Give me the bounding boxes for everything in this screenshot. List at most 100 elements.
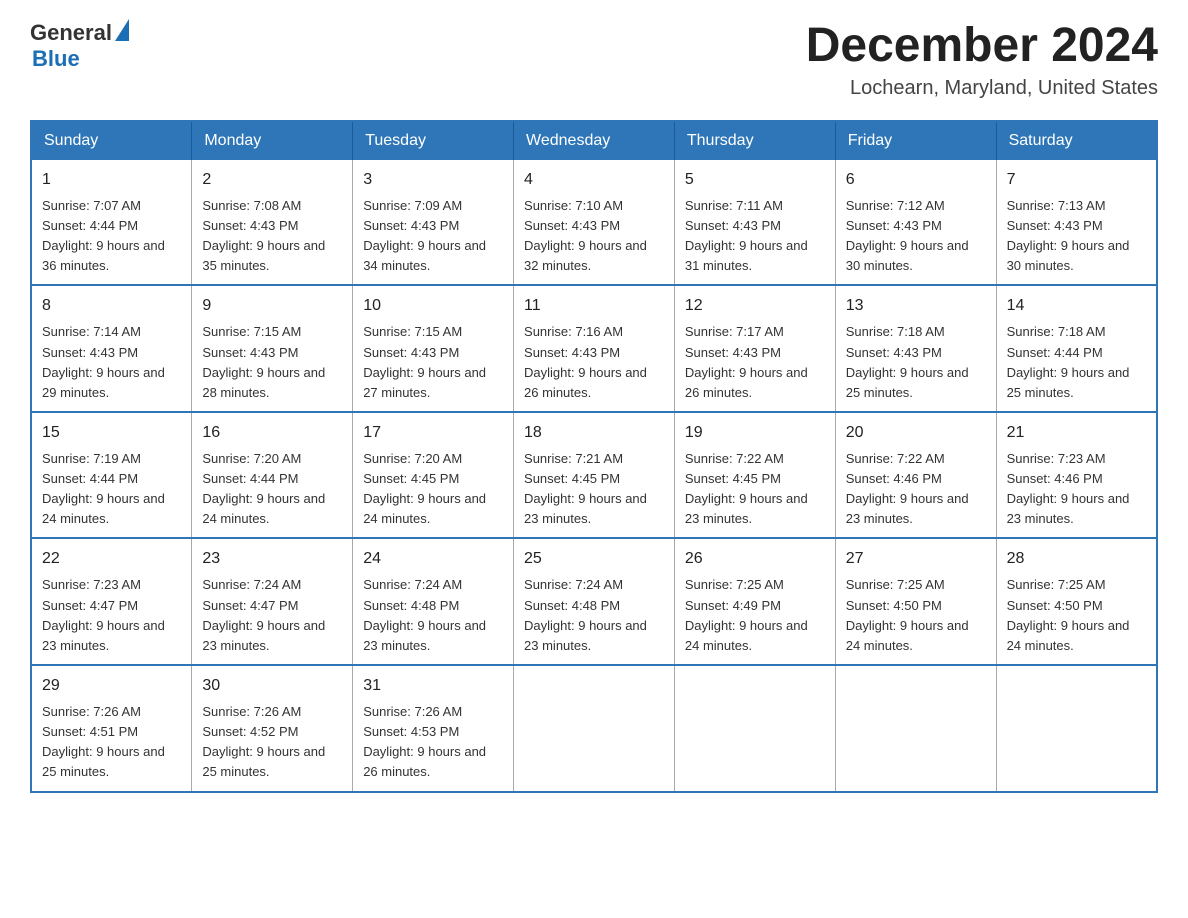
header-monday: Monday <box>192 121 353 160</box>
calendar-cell <box>514 665 675 792</box>
sunset-text: Sunset: 4:47 PM <box>42 598 138 613</box>
day-info: Sunrise: 7:20 AM Sunset: 4:44 PM Dayligh… <box>202 449 342 530</box>
sunset-text: Sunset: 4:43 PM <box>363 218 459 233</box>
day-number: 3 <box>363 168 503 192</box>
day-number: 18 <box>524 421 664 445</box>
daylight-text: Daylight: 9 hours and 30 minutes. <box>1007 238 1130 273</box>
day-info: Sunrise: 7:12 AM Sunset: 4:43 PM Dayligh… <box>846 196 986 277</box>
day-number: 8 <box>42 294 181 318</box>
sunset-text: Sunset: 4:48 PM <box>524 598 620 613</box>
location-subtitle: Lochearn, Maryland, United States <box>806 77 1158 100</box>
day-number: 25 <box>524 547 664 571</box>
calendar-cell: 22 Sunrise: 7:23 AM Sunset: 4:47 PM Dayl… <box>31 538 192 665</box>
daylight-text: Daylight: 9 hours and 23 minutes. <box>363 618 486 653</box>
calendar-cell: 9 Sunrise: 7:15 AM Sunset: 4:43 PM Dayli… <box>192 285 353 412</box>
day-number: 19 <box>685 421 825 445</box>
calendar-cell: 8 Sunrise: 7:14 AM Sunset: 4:43 PM Dayli… <box>31 285 192 412</box>
calendar-cell: 3 Sunrise: 7:09 AM Sunset: 4:43 PM Dayli… <box>353 160 514 286</box>
sunrise-text: Sunrise: 7:13 AM <box>1007 198 1106 213</box>
day-info: Sunrise: 7:24 AM Sunset: 4:48 PM Dayligh… <box>524 575 664 656</box>
sunset-text: Sunset: 4:46 PM <box>1007 471 1103 486</box>
day-info: Sunrise: 7:25 AM Sunset: 4:50 PM Dayligh… <box>846 575 986 656</box>
daylight-text: Daylight: 9 hours and 26 minutes. <box>524 365 647 400</box>
month-title: December 2024 <box>806 20 1158 73</box>
day-info: Sunrise: 7:18 AM Sunset: 4:44 PM Dayligh… <box>1007 322 1146 403</box>
logo-line2: Blue <box>32 46 80 72</box>
day-number: 4 <box>524 168 664 192</box>
sunset-text: Sunset: 4:49 PM <box>685 598 781 613</box>
sunrise-text: Sunrise: 7:15 AM <box>202 324 301 339</box>
daylight-text: Daylight: 9 hours and 23 minutes. <box>524 491 647 526</box>
sunset-text: Sunset: 4:44 PM <box>1007 345 1103 360</box>
sunrise-text: Sunrise: 7:24 AM <box>363 577 462 592</box>
logo-general-text: General <box>30 20 112 46</box>
calendar-cell: 18 Sunrise: 7:21 AM Sunset: 4:45 PM Dayl… <box>514 412 675 539</box>
calendar-cell: 10 Sunrise: 7:15 AM Sunset: 4:43 PM Dayl… <box>353 285 514 412</box>
calendar-cell: 29 Sunrise: 7:26 AM Sunset: 4:51 PM Dayl… <box>31 665 192 792</box>
sunset-text: Sunset: 4:43 PM <box>42 345 138 360</box>
day-number: 13 <box>846 294 986 318</box>
sunset-text: Sunset: 4:51 PM <box>42 724 138 739</box>
logo-line1: General <box>30 20 129 46</box>
day-info: Sunrise: 7:16 AM Sunset: 4:43 PM Dayligh… <box>524 322 664 403</box>
header-friday: Friday <box>835 121 996 160</box>
calendar-cell: 28 Sunrise: 7:25 AM Sunset: 4:50 PM Dayl… <box>996 538 1157 665</box>
day-info: Sunrise: 7:13 AM Sunset: 4:43 PM Dayligh… <box>1007 196 1146 277</box>
day-info: Sunrise: 7:21 AM Sunset: 4:45 PM Dayligh… <box>524 449 664 530</box>
sunrise-text: Sunrise: 7:11 AM <box>685 198 783 213</box>
day-number: 21 <box>1007 421 1146 445</box>
day-number: 9 <box>202 294 342 318</box>
day-number: 15 <box>42 421 181 445</box>
daylight-text: Daylight: 9 hours and 26 minutes. <box>363 744 486 779</box>
calendar-cell: 15 Sunrise: 7:19 AM Sunset: 4:44 PM Dayl… <box>31 412 192 539</box>
day-info: Sunrise: 7:10 AM Sunset: 4:43 PM Dayligh… <box>524 196 664 277</box>
calendar-cell: 5 Sunrise: 7:11 AM Sunset: 4:43 PM Dayli… <box>674 160 835 286</box>
sunrise-text: Sunrise: 7:07 AM <box>42 198 141 213</box>
daylight-text: Daylight: 9 hours and 34 minutes. <box>363 238 486 273</box>
sunset-text: Sunset: 4:50 PM <box>846 598 942 613</box>
sunrise-text: Sunrise: 7:09 AM <box>363 198 462 213</box>
day-info: Sunrise: 7:26 AM Sunset: 4:51 PM Dayligh… <box>42 702 181 783</box>
logo-triangle-icon <box>115 19 129 41</box>
daylight-text: Daylight: 9 hours and 24 minutes. <box>202 491 325 526</box>
day-info: Sunrise: 7:23 AM Sunset: 4:46 PM Dayligh… <box>1007 449 1146 530</box>
sunset-text: Sunset: 4:52 PM <box>202 724 298 739</box>
day-number: 31 <box>363 674 503 698</box>
sunrise-text: Sunrise: 7:25 AM <box>685 577 784 592</box>
day-number: 10 <box>363 294 503 318</box>
day-number: 14 <box>1007 294 1146 318</box>
day-number: 1 <box>42 168 181 192</box>
daylight-text: Daylight: 9 hours and 23 minutes. <box>1007 491 1130 526</box>
sunset-text: Sunset: 4:46 PM <box>846 471 942 486</box>
daylight-text: Daylight: 9 hours and 25 minutes. <box>42 744 165 779</box>
sunset-text: Sunset: 4:45 PM <box>524 471 620 486</box>
day-number: 30 <box>202 674 342 698</box>
day-number: 16 <box>202 421 342 445</box>
title-section: December 2024 Lochearn, Maryland, United… <box>806 20 1158 100</box>
sunset-text: Sunset: 4:44 PM <box>42 471 138 486</box>
calendar-cell: 27 Sunrise: 7:25 AM Sunset: 4:50 PM Dayl… <box>835 538 996 665</box>
sunrise-text: Sunrise: 7:19 AM <box>42 451 141 466</box>
day-info: Sunrise: 7:11 AM Sunset: 4:43 PM Dayligh… <box>685 196 825 277</box>
calendar-row-1: 1 Sunrise: 7:07 AM Sunset: 4:44 PM Dayli… <box>31 160 1157 286</box>
sunrise-text: Sunrise: 7:16 AM <box>524 324 623 339</box>
sunset-text: Sunset: 4:50 PM <box>1007 598 1103 613</box>
daylight-text: Daylight: 9 hours and 31 minutes. <box>685 238 808 273</box>
day-info: Sunrise: 7:22 AM Sunset: 4:46 PM Dayligh… <box>846 449 986 530</box>
header-saturday: Saturday <box>996 121 1157 160</box>
calendar-cell: 11 Sunrise: 7:16 AM Sunset: 4:43 PM Dayl… <box>514 285 675 412</box>
day-number: 26 <box>685 547 825 571</box>
daylight-text: Daylight: 9 hours and 23 minutes. <box>42 618 165 653</box>
calendar-row-5: 29 Sunrise: 7:26 AM Sunset: 4:51 PM Dayl… <box>31 665 1157 792</box>
sunrise-text: Sunrise: 7:18 AM <box>1007 324 1106 339</box>
daylight-text: Daylight: 9 hours and 24 minutes. <box>363 491 486 526</box>
sunrise-text: Sunrise: 7:22 AM <box>846 451 945 466</box>
day-number: 23 <box>202 547 342 571</box>
sunset-text: Sunset: 4:44 PM <box>202 471 298 486</box>
day-info: Sunrise: 7:23 AM Sunset: 4:47 PM Dayligh… <box>42 575 181 656</box>
day-info: Sunrise: 7:15 AM Sunset: 4:43 PM Dayligh… <box>363 322 503 403</box>
daylight-text: Daylight: 9 hours and 24 minutes. <box>846 618 969 653</box>
sunset-text: Sunset: 4:43 PM <box>524 345 620 360</box>
daylight-text: Daylight: 9 hours and 32 minutes. <box>524 238 647 273</box>
calendar-cell: 31 Sunrise: 7:26 AM Sunset: 4:53 PM Dayl… <box>353 665 514 792</box>
